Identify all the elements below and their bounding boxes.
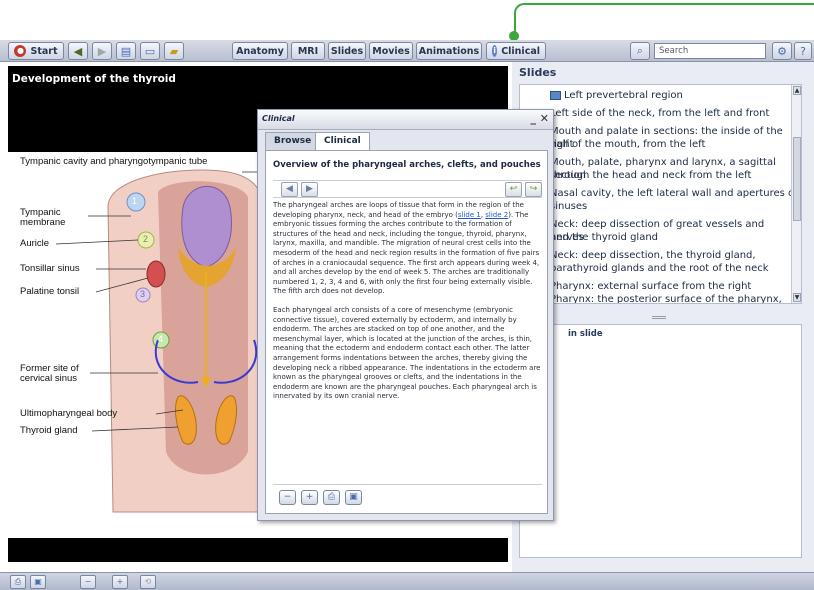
article-paragraph: The pharyngeal arches are loops of tissu… bbox=[273, 201, 540, 296]
article-text: The pharyngeal arches are loops of tissu… bbox=[273, 201, 544, 411]
slide-item-cont[interactable]: half of the mouth, from the left bbox=[550, 138, 800, 151]
slide-item[interactable]: Pharynx: the posterior surface of the ph… bbox=[550, 293, 800, 303]
tab-anatomy[interactable]: Anatomy bbox=[232, 42, 288, 60]
viewer-title: Development of the thyroid bbox=[12, 73, 176, 85]
save-icon[interactable]: ▣ bbox=[345, 490, 362, 505]
slides-list[interactable]: Left prevertebral region Left side of th… bbox=[519, 84, 802, 304]
tab-browse[interactable]: Browse bbox=[265, 132, 321, 150]
label-palatine-tonsil: Palatine tonsil bbox=[20, 286, 80, 297]
label-cervical-sinus: cervical sinus bbox=[20, 373, 78, 384]
back-page-icon[interactable]: ↩ bbox=[505, 182, 522, 197]
in-slide-label: in slide bbox=[568, 329, 603, 339]
print-icon[interactable]: ⎙ bbox=[323, 490, 340, 505]
clinical-info-icon: i bbox=[492, 45, 498, 57]
slide-icon bbox=[550, 90, 561, 100]
popup-footer: − + ⎙ ▣ bbox=[273, 484, 542, 508]
zoom-in-icon[interactable]: + bbox=[301, 490, 318, 505]
folder-icon[interactable]: ▰ bbox=[164, 42, 184, 60]
label-thyroid-gland: Thyroid gland bbox=[20, 425, 78, 436]
slides-scrollbar[interactable]: ▲ ▼ bbox=[791, 85, 801, 303]
scroll-down-icon[interactable]: ▼ bbox=[793, 293, 801, 302]
scroll-thumb[interactable] bbox=[793, 137, 801, 221]
label-tonsillar-sinus: Tonsillar sinus bbox=[20, 263, 80, 274]
slide-item[interactable]: Neck: deep dissection, the thyroid gland… bbox=[550, 249, 800, 262]
tab-clinical[interactable]: i Clinical bbox=[486, 42, 546, 60]
slide-label: Left prevertebral region bbox=[564, 90, 683, 101]
zoom-out-icon[interactable]: − bbox=[279, 490, 296, 505]
scroll-up-icon[interactable]: ▲ bbox=[793, 86, 801, 95]
next-arrow-icon[interactable]: ▶ bbox=[301, 182, 318, 197]
slides-panel-title: Slides bbox=[519, 66, 557, 79]
arch-number-2: 2 bbox=[143, 234, 149, 244]
prev-arrow-icon[interactable]: ◀ bbox=[281, 182, 298, 197]
tab-clinical-popup[interactable]: Clinical bbox=[315, 132, 370, 150]
slide-item[interactable]: Nasal cavity, the left lateral wall and … bbox=[550, 187, 800, 200]
settings-icon[interactable]: ⚙ bbox=[772, 42, 792, 60]
popup-titlebar[interactable]: Clinical _ ✕ bbox=[258, 110, 553, 130]
tab-animations[interactable]: Animations bbox=[416, 42, 482, 60]
bottom-toolbar: ⎙ ▣ − + ⟲ bbox=[0, 572, 814, 590]
slide-item-cont[interactable]: sinuses bbox=[550, 200, 800, 213]
slide-item[interactable]: Left prevertebral region bbox=[550, 89, 800, 102]
arch-number-1: 1 bbox=[132, 196, 138, 206]
search-icon[interactable]: ⌕ bbox=[630, 42, 650, 60]
slide-item-cont[interactable]: and the thyroid gland bbox=[550, 231, 800, 244]
arch-number-3: 3 bbox=[140, 289, 146, 299]
table-of-contents-icon[interactable]: ▤ bbox=[116, 42, 136, 60]
forward-arrow-icon[interactable]: ▶ bbox=[92, 42, 112, 60]
tab-slides[interactable]: Slides bbox=[328, 42, 366, 60]
label-auricle: Auricle bbox=[20, 238, 50, 249]
start-label: Start bbox=[30, 45, 58, 57]
reset-icon[interactable]: ⟲ bbox=[140, 575, 156, 589]
slides-panel: Slides Left prevertebral region Left sid… bbox=[512, 62, 814, 572]
popup-content: Overview of the pharyngeal arches, cleft… bbox=[265, 150, 548, 514]
article-heading: Overview of the pharyngeal arches, cleft… bbox=[273, 160, 541, 170]
article-nav: ◀ ▶ ↩ ↪ bbox=[273, 180, 542, 198]
slide-1-link[interactable]: slide 1 bbox=[458, 211, 481, 219]
start-button[interactable]: ● Start bbox=[8, 42, 64, 60]
forward-page-icon[interactable]: ↪ bbox=[525, 182, 542, 197]
zoom-out-icon[interactable]: − bbox=[80, 575, 96, 589]
tab-clinical-label: Clinical bbox=[501, 45, 540, 57]
article-paragraph: Each pharyngeal arch consists of a core … bbox=[273, 305, 541, 401]
slide-item-cont[interactable]: through the head and neck from the left bbox=[550, 169, 800, 182]
tab-movies[interactable]: Movies bbox=[369, 42, 413, 60]
start-icon: ● bbox=[14, 45, 27, 57]
slide-item[interactable]: Left side of the neck, from the left and… bbox=[550, 107, 800, 120]
popup-title: Clinical bbox=[262, 114, 295, 123]
slide-item[interactable]: Pharynx: external surface from the right bbox=[550, 280, 800, 293]
search-input[interactable]: Search bbox=[654, 43, 766, 59]
slide-item-cont[interactable]: parathyroid glands and the root of the n… bbox=[550, 262, 800, 275]
panel-resize-grip[interactable] bbox=[652, 316, 666, 319]
tab-mri[interactable]: MRI bbox=[291, 42, 325, 60]
in-slide-panel: in slide bbox=[519, 324, 802, 558]
save-icon[interactable]: ▣ bbox=[30, 575, 46, 589]
window-icon[interactable]: ▭ bbox=[140, 42, 160, 60]
close-icon[interactable]: _ ✕ bbox=[530, 112, 549, 125]
arch-number-4: 4 bbox=[158, 334, 164, 344]
callout-line bbox=[514, 3, 814, 39]
back-arrow-icon[interactable]: ◀ bbox=[68, 42, 88, 60]
label-ultimopharyngeal-body: Ultimopharyngeal body bbox=[20, 408, 118, 419]
label-tympanic-cavity: Tympanic cavity and pharyngotympanic tub… bbox=[20, 156, 208, 167]
zoom-in-icon[interactable]: + bbox=[112, 575, 128, 589]
label-membrane: membrane bbox=[20, 217, 66, 228]
print-icon[interactable]: ⎙ bbox=[10, 575, 26, 589]
main-toolbar: ● Start ◀ ▶ ▤ ▭ ▰ Anatomy MRI Slides Mov… bbox=[0, 40, 814, 62]
help-icon[interactable]: ? bbox=[794, 42, 812, 60]
clinical-popup: Clinical _ ✕ Browse Clinical Overview of… bbox=[257, 109, 554, 521]
slide-2-link[interactable]: slide 2 bbox=[485, 211, 508, 219]
